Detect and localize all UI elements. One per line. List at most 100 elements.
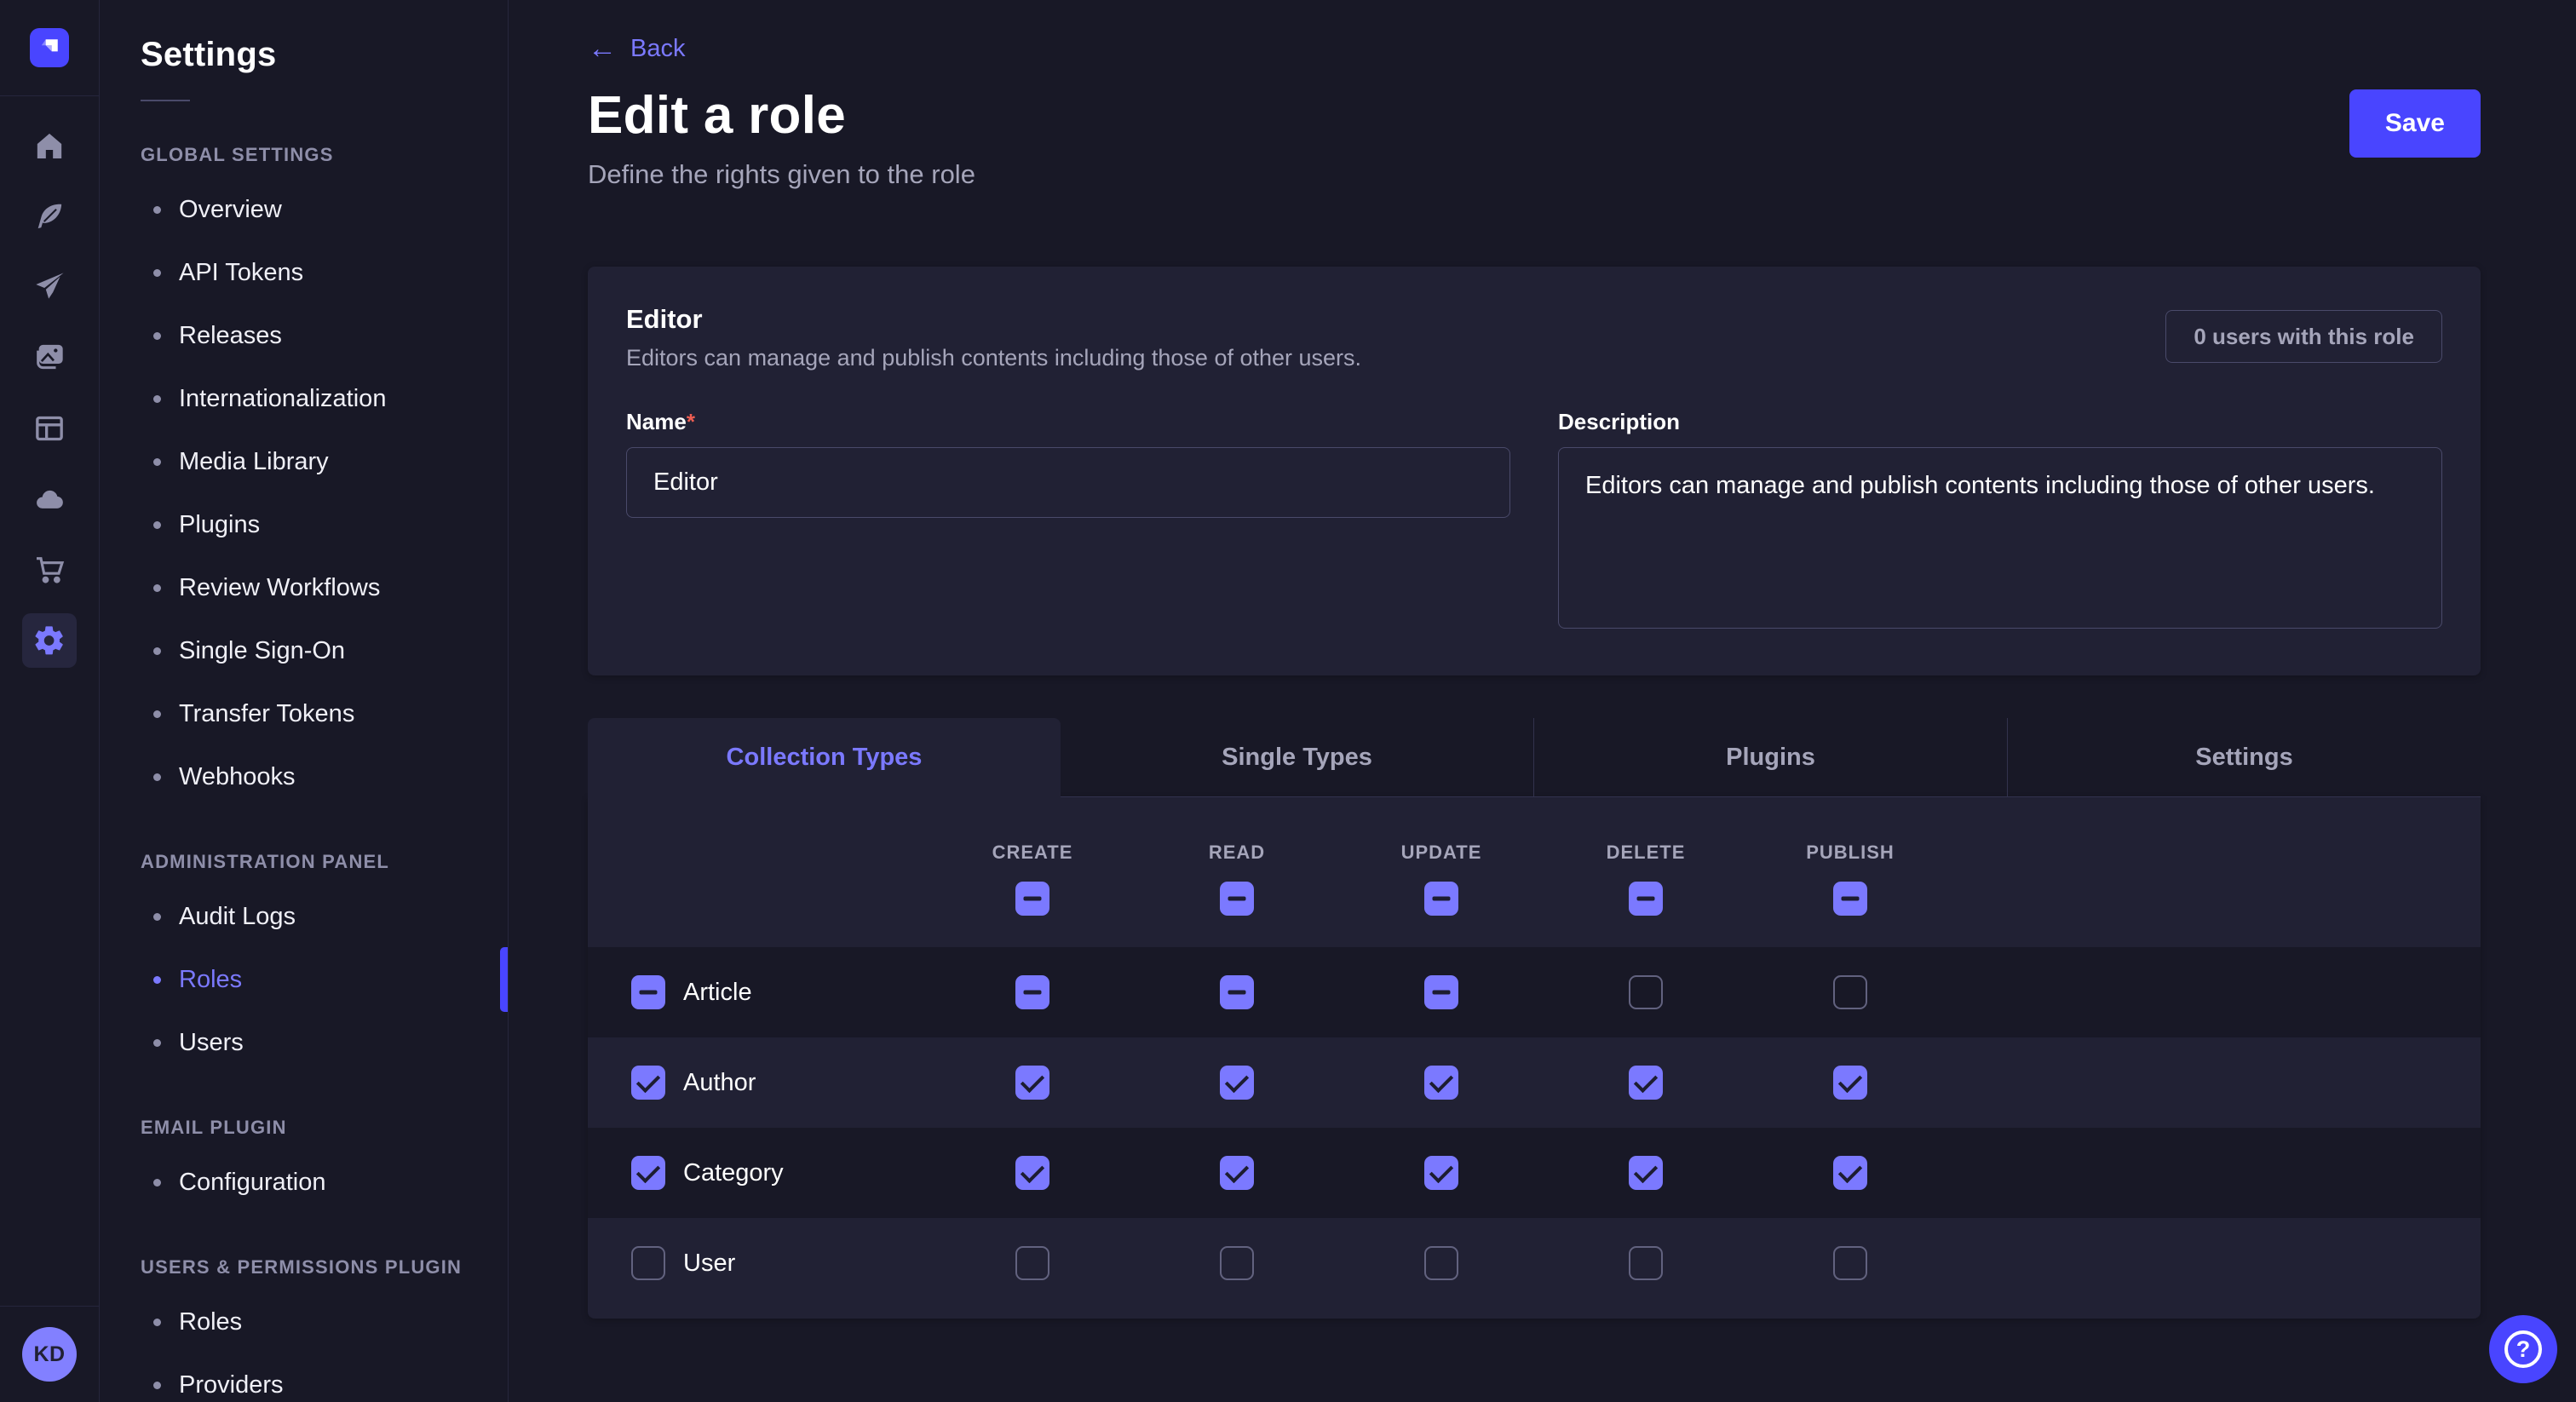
perm-header-cell-delete: DELETE xyxy=(1544,797,1748,947)
sidebar-item-label: Providers xyxy=(179,1371,284,1399)
user-update-checkbox[interactable] xyxy=(1424,1246,1458,1280)
sidebar-item-transfer-tokens[interactable]: Transfer Tokens xyxy=(100,682,508,745)
user-read-checkbox[interactable] xyxy=(1220,1246,1254,1280)
back-label: Back xyxy=(630,35,685,63)
help-button[interactable]: ? xyxy=(2489,1315,2557,1383)
category-update-checkbox[interactable] xyxy=(1424,1156,1458,1190)
tab-settings[interactable]: Settings xyxy=(2007,718,2481,797)
column-label-create: CREATE xyxy=(992,842,1073,864)
sidebar-item-media-library[interactable]: Media Library xyxy=(100,430,508,493)
cell-article-publish xyxy=(1748,947,1952,1037)
sidebar-item-label: Review Workflows xyxy=(179,574,380,602)
cell-article-update xyxy=(1339,947,1544,1037)
sidebar-item-single-sign-on[interactable]: Single Sign-On xyxy=(100,619,508,682)
author-read-checkbox[interactable] xyxy=(1220,1066,1254,1100)
article-update-checkbox[interactable] xyxy=(1424,975,1458,1009)
author-delete-checkbox[interactable] xyxy=(1629,1066,1663,1100)
row-lead-user: User xyxy=(588,1218,930,1308)
sidebar-item-api-tokens[interactable]: API Tokens xyxy=(100,241,508,304)
cell-article-read xyxy=(1135,947,1339,1037)
user-avatar[interactable]: KD xyxy=(22,1327,77,1382)
users-with-role-button[interactable]: 0 users with this role xyxy=(2165,310,2442,363)
bullet-icon xyxy=(153,976,161,984)
content-type-builder-icon[interactable] xyxy=(22,401,77,456)
article-publish-checkbox[interactable] xyxy=(1833,975,1867,1009)
strapi-logo[interactable] xyxy=(30,28,69,67)
permissions-rows: Article Author Category User xyxy=(588,947,2481,1308)
sidebar-item-releases[interactable]: Releases xyxy=(100,304,508,367)
settings-sidebar: Settings GLOBAL SETTINGSOverviewAPI Toke… xyxy=(100,0,509,1402)
select-all-delete-checkbox[interactable] xyxy=(1629,882,1663,916)
back-link[interactable]: ← Back xyxy=(588,34,685,63)
author-create-checkbox[interactable] xyxy=(1015,1066,1049,1100)
sidebar-item-configuration[interactable]: Configuration xyxy=(100,1151,508,1214)
releases-icon[interactable] xyxy=(22,260,77,314)
sidebar-item-label: Roles xyxy=(179,966,242,994)
sidebar-item-internationalization[interactable]: Internationalization xyxy=(100,367,508,430)
rail-icon-list xyxy=(22,96,77,684)
sidebar-item-label: Releases xyxy=(179,322,282,350)
article-row-checkbox[interactable] xyxy=(631,975,665,1009)
permission-row-author: Author xyxy=(588,1037,2481,1128)
category-create-checkbox[interactable] xyxy=(1015,1156,1049,1190)
bullet-icon xyxy=(153,584,161,592)
sidebar-item-webhooks[interactable]: Webhooks xyxy=(100,745,508,808)
cell-category-read xyxy=(1135,1128,1339,1218)
sidebar-item-providers[interactable]: Providers xyxy=(100,1353,508,1402)
sidebar-item-label: Webhooks xyxy=(179,763,296,791)
article-read-checkbox[interactable] xyxy=(1220,975,1254,1009)
tab-plugins[interactable]: Plugins xyxy=(1533,718,2007,797)
sidebar-item-label: Transfer Tokens xyxy=(179,700,354,728)
cell-user-publish xyxy=(1748,1218,1952,1308)
deploy-icon[interactable] xyxy=(22,472,77,526)
sidebar-item-label: Single Sign-On xyxy=(179,637,345,665)
sidebar-item-users[interactable]: Users xyxy=(100,1011,508,1074)
tab-collection-types[interactable]: Collection Types xyxy=(588,718,1061,797)
sidebar-item-review-workflows[interactable]: Review Workflows xyxy=(100,556,508,619)
marketplace-icon[interactable] xyxy=(22,543,77,597)
row-lead-author: Author xyxy=(588,1037,930,1128)
content-manager-icon[interactable] xyxy=(22,189,77,244)
back-arrow-icon: ← xyxy=(588,34,617,63)
sidebar-item-plugins[interactable]: Plugins xyxy=(100,493,508,556)
settings-icon[interactable] xyxy=(22,613,77,668)
user-row-checkbox[interactable] xyxy=(631,1246,665,1280)
row-label-author: Author xyxy=(683,1069,756,1097)
sidebar-sections: GLOBAL SETTINGSOverviewAPI TokensRelease… xyxy=(100,144,508,1402)
select-all-create-checkbox[interactable] xyxy=(1015,882,1049,916)
permission-row-article: Article xyxy=(588,947,2481,1037)
user-publish-checkbox[interactable] xyxy=(1833,1246,1867,1280)
select-all-read-checkbox[interactable] xyxy=(1220,882,1254,916)
article-create-checkbox[interactable] xyxy=(1015,975,1049,1009)
bullet-icon xyxy=(153,647,161,655)
permissions-header-lead xyxy=(588,797,930,947)
sidebar-item-roles[interactable]: Roles xyxy=(100,1290,508,1353)
category-delete-checkbox[interactable] xyxy=(1629,1156,1663,1190)
sidebar-item-label: Media Library xyxy=(179,448,329,476)
category-publish-checkbox[interactable] xyxy=(1833,1156,1867,1190)
home-icon[interactable] xyxy=(22,118,77,173)
user-delete-checkbox[interactable] xyxy=(1629,1246,1663,1280)
category-read-checkbox[interactable] xyxy=(1220,1156,1254,1190)
select-all-update-checkbox[interactable] xyxy=(1424,882,1458,916)
author-publish-checkbox[interactable] xyxy=(1833,1066,1867,1100)
sidebar-item-audit-logs[interactable]: Audit Logs xyxy=(100,885,508,948)
name-input[interactable] xyxy=(626,447,1510,518)
media-library-icon[interactable] xyxy=(22,330,77,385)
select-all-publish-checkbox[interactable] xyxy=(1833,882,1867,916)
tab-single-types[interactable]: Single Types xyxy=(1061,718,1533,797)
user-create-checkbox[interactable] xyxy=(1015,1246,1049,1280)
row-lead-category: Category xyxy=(588,1128,930,1218)
description-textarea[interactable]: Editors can manage and publish contents … xyxy=(1558,447,2442,629)
save-button[interactable]: Save xyxy=(2349,89,2481,158)
cell-author-publish xyxy=(1748,1037,1952,1128)
article-delete-checkbox[interactable] xyxy=(1629,975,1663,1009)
author-update-checkbox[interactable] xyxy=(1424,1066,1458,1100)
cell-author-delete xyxy=(1544,1037,1748,1128)
sidebar-item-roles[interactable]: Roles xyxy=(100,948,508,1011)
sidebar-item-overview[interactable]: Overview xyxy=(100,178,508,241)
category-row-checkbox[interactable] xyxy=(631,1156,665,1190)
author-row-checkbox[interactable] xyxy=(631,1066,665,1100)
row-label-article: Article xyxy=(683,979,752,1007)
row-label-category: Category xyxy=(683,1159,784,1187)
